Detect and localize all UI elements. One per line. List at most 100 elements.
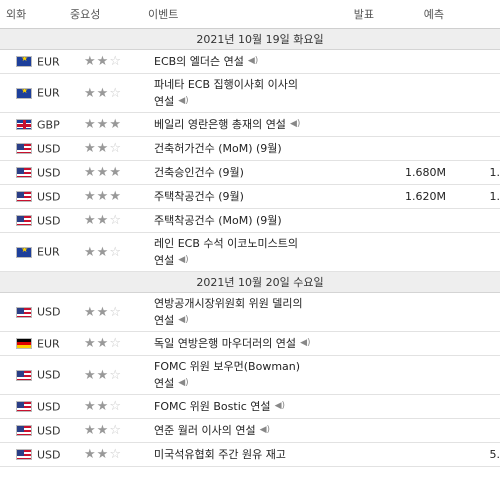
star-filled-icon: ★ xyxy=(96,165,110,180)
speaker-icon[interactable]: ◀) xyxy=(178,252,188,269)
star-filled-icon: ★ xyxy=(84,165,97,180)
event-name-line[interactable]: 주택착공건수 (9월) xyxy=(154,190,244,203)
currency-cell: GBP xyxy=(0,112,70,137)
event-row[interactable]: EUR★★☆ECB의 엘더슨 연설◀) xyxy=(0,49,500,74)
event-row[interactable]: GBP ★★★ 베일리 영란은행 총재의 연설 ◀) xyxy=(0,112,500,137)
event-cell[interactable]: 연준 월러 이사의 연설 ◀) xyxy=(148,418,338,443)
event-name-line[interactable]: 연설 xyxy=(154,95,174,108)
importance-cell: ★★★ xyxy=(70,184,148,209)
event-row[interactable]: EUR ★★☆ 독일 연방은행 마우더러의 연설 ◀) xyxy=(0,331,500,356)
event-cell[interactable]: 주택착공건수 (9월) xyxy=(148,184,338,209)
currency-cell: EUR xyxy=(0,232,70,272)
event-cell[interactable]: 파네타 ECB 집행이사회 이사의연설 ◀) xyxy=(148,73,338,113)
event-name-line[interactable]: FOMC 위원 보우먼(Bowman) xyxy=(154,360,300,373)
event-name-line[interactable]: 연설 xyxy=(154,314,174,327)
eur-flag-icon xyxy=(16,246,32,258)
currency-cell: USD xyxy=(0,355,70,395)
star-filled-icon: ★ xyxy=(109,165,122,180)
speaker-icon[interactable]: ◀) xyxy=(248,53,258,70)
header-event[interactable]: 이벤트 xyxy=(148,0,338,29)
star-filled-icon: ★ xyxy=(84,367,97,383)
event-cell[interactable]: 건축허가건수 (MoM) (9월) xyxy=(148,136,338,161)
event-cell[interactable]: FOMC 위원 보우먼(Bowman) 연설 ◀) xyxy=(148,355,338,395)
event-cell[interactable]: 연방공개시장위원회 위원 델리의연설 ◀) xyxy=(148,292,338,332)
currency-cell: USD xyxy=(0,292,70,332)
actual-value xyxy=(338,442,382,467)
star-empty-icon: ☆ xyxy=(109,141,122,156)
event-name-line[interactable]: 연설 xyxy=(154,377,174,390)
economic-calendar: 외화 중요성 이벤트 발표 예측 이 2021년 10월 19일 화요일 EUR ★… xyxy=(0,0,500,500)
currency-cell: EUR xyxy=(0,49,70,74)
star-empty-icon: ☆ xyxy=(109,336,122,351)
event-row[interactable]: USD ★★☆ FOMC 위원 Bostic 연설 ◀) xyxy=(0,394,500,419)
actual-value xyxy=(338,184,382,209)
event-row[interactable]: USD★★★건축승인건수 (9월)1.680M1.72 xyxy=(0,160,500,185)
usd-flag-icon xyxy=(16,167,32,179)
event-name-line[interactable]: 연방공개시장위원회 위원 델리의 xyxy=(154,297,303,310)
event-row[interactable]: USD★★☆건축허가건수 (MoM) (9월)5. xyxy=(0,136,500,161)
currency-code: USD xyxy=(37,214,61,228)
event-cell[interactable]: FOMC 위원 Bostic 연설 ◀) xyxy=(148,394,338,419)
speaker-icon[interactable]: ◀) xyxy=(275,398,285,415)
importance-cell: ★★☆ xyxy=(70,355,148,395)
event-row[interactable]: USD ★★☆ FOMC 위원 보우먼(Bowman) 연설 ◀) xyxy=(0,355,500,395)
event-cell[interactable]: 주택착공건수 (MoM) (9월) xyxy=(148,208,338,233)
event-name-line[interactable]: 연준 월러 이사의 연설 xyxy=(154,424,256,437)
header-forecast[interactable]: 예측 xyxy=(382,0,452,29)
event-row[interactable]: USD ★★☆ 연준 월러 이사의 연설 ◀) xyxy=(0,418,500,443)
event-name-line[interactable]: 연설 xyxy=(154,254,174,267)
star-empty-icon: ☆ xyxy=(109,367,122,383)
importance-cell: ★★☆ xyxy=(70,208,148,233)
currency-code: USD xyxy=(37,424,61,438)
actual-value xyxy=(338,232,382,272)
currency-code: USD xyxy=(37,305,61,319)
speaker-icon[interactable]: ◀) xyxy=(178,93,188,110)
header-previous[interactable]: 이 xyxy=(452,0,500,29)
event-cell[interactable]: ECB의 엘더슨 연설 ◀) xyxy=(148,49,338,74)
currency-code: EUR xyxy=(37,86,60,100)
usd-flag-icon xyxy=(16,449,32,461)
event-cell[interactable]: 건축승인건수 (9월) xyxy=(148,160,338,185)
header-row: 외화 중요성 이벤트 발표 예측 이 xyxy=(0,0,500,29)
event-name-line[interactable]: 파네타 ECB 집행이사회 이사의 xyxy=(154,78,298,91)
event-name-line[interactable]: ECB의 엘더슨 연설 xyxy=(154,55,244,68)
event-name-line[interactable]: 주택착공건수 (MoM) (9월) xyxy=(154,214,282,227)
speaker-icon[interactable]: ◀) xyxy=(290,116,300,133)
header-currency[interactable]: 외화 xyxy=(0,0,70,29)
importance-cell: ★★★ xyxy=(70,160,148,185)
event-name-line[interactable]: 미국석유협회 주간 원유 재고 xyxy=(154,448,286,461)
date-label: 2021년 10월 19일 화요일 xyxy=(0,28,500,50)
header-importance[interactable]: 중요성 xyxy=(70,0,148,29)
speaker-icon[interactable]: ◀) xyxy=(178,375,188,392)
event-cell[interactable]: 베일리 영란은행 총재의 연설 ◀) xyxy=(148,112,338,137)
event-row[interactable]: EUR★★☆파네타 ECB 집행이사회 이사의연설◀) xyxy=(0,73,500,113)
event-name-line[interactable]: 레인 ECB 수석 이코노미스트의 xyxy=(154,237,298,250)
star-filled-icon: ★ xyxy=(84,244,97,260)
event-name-line[interactable]: 건축허가건수 (MoM) (9월) xyxy=(154,142,282,155)
forecast-value xyxy=(382,208,452,233)
actual-value xyxy=(338,49,382,74)
header-actual[interactable]: 발표 xyxy=(338,0,382,29)
event-name-line[interactable]: 건축승인건수 (9월) xyxy=(154,166,244,179)
event-cell[interactable]: 독일 연방은행 마우더러의 연설 ◀) xyxy=(148,331,338,356)
event-name-line[interactable]: 독일 연방은행 마우더러의 연설 xyxy=(154,337,296,350)
date-row: 2021년 10월 20일 수요일 xyxy=(0,271,500,293)
event-row[interactable]: USD★★☆주택착공건수 (MoM) (9월)3. xyxy=(0,208,500,233)
currency-code: USD xyxy=(37,448,61,462)
importance-cell: ★★☆ xyxy=(70,442,148,467)
event-row[interactable]: USD ★★☆ 연방공개시장위원회 위원 델리의 연설 ◀) xyxy=(0,292,500,332)
event-cell[interactable]: 레인 ECB 수석 이코노미스트의연설 ◀) xyxy=(148,232,338,272)
actual-value xyxy=(338,355,382,395)
speaker-icon[interactable]: ◀) xyxy=(260,422,270,439)
forecast-value: 1.680M xyxy=(382,160,452,185)
event-row[interactable]: EUR★★☆ 레인 ECB 수석 이코노미스트의연설 ◀) xyxy=(0,232,500,272)
event-row[interactable]: USD★★★주택착공건수 (9월)1.620M1.61 xyxy=(0,184,500,209)
importance-cell: ★★☆ xyxy=(70,232,148,272)
speaker-icon[interactable]: ◀) xyxy=(178,312,188,329)
event-name-line[interactable]: 베일리 영란은행 총재의 연설 xyxy=(154,118,286,131)
forecast-value xyxy=(382,112,452,137)
event-row[interactable]: USD★★☆미국석유협회 주간 원유 재고5.21 xyxy=(0,442,500,467)
speaker-icon[interactable]: ◀) xyxy=(300,335,310,352)
event-cell[interactable]: 미국석유협회 주간 원유 재고 xyxy=(148,442,338,467)
event-name-line[interactable]: FOMC 위원 Bostic 연설 xyxy=(154,400,271,413)
